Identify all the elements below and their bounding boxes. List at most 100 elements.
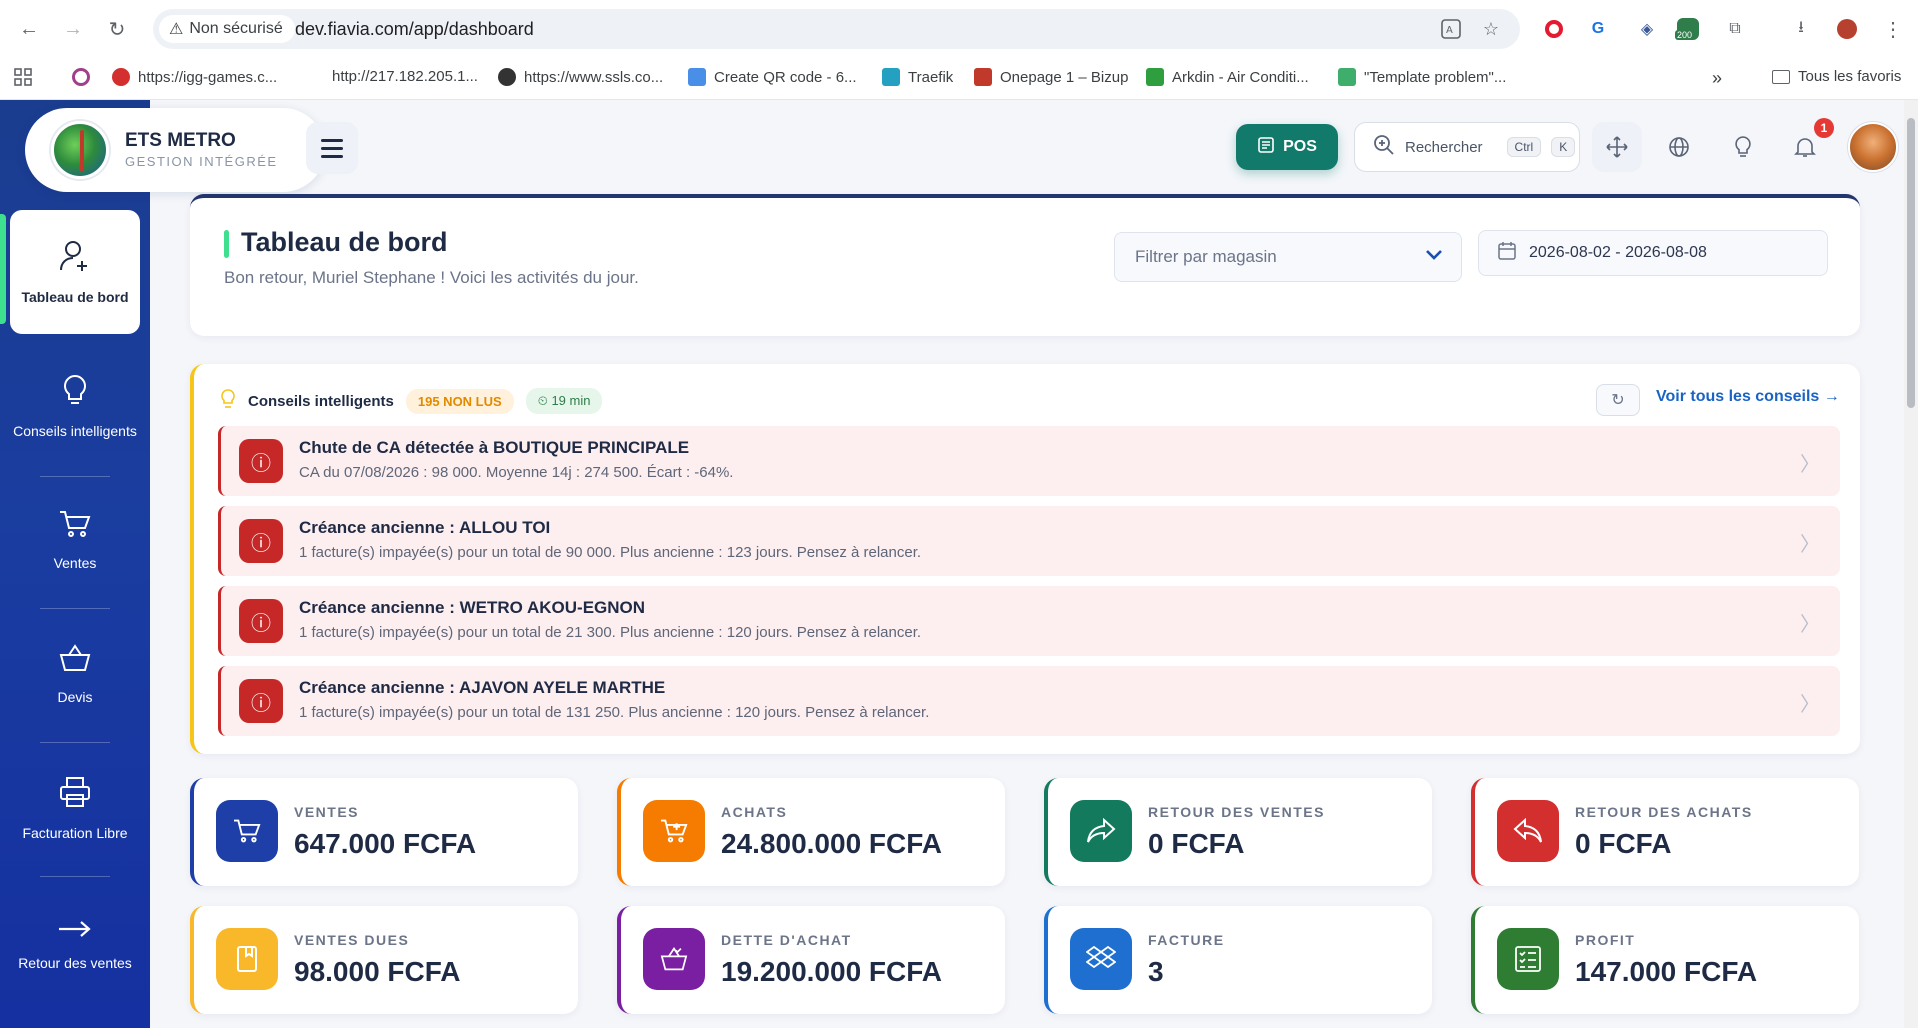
user-avatar[interactable] [1848,122,1898,172]
bookmark-2[interactable]: https://www.ssls.co... [498,68,663,86]
security-indicator[interactable]: ⚠ Non sécurisé [159,15,295,43]
tip-item[interactable]: ⓘ Créance ancienne : AJAVON AYELE MARTHE… [218,666,1840,736]
address-bar[interactable]: ⚠ Non sécurisé dev.fiavia.com/app/dashbo… [153,9,1520,49]
sidebar-item-quotes[interactable]: Devis [10,612,140,736]
active-indicator [0,214,6,324]
sidebar-divider [40,476,110,477]
bookmark-6[interactable]: Arkdin - Air Conditi... [1146,68,1309,86]
fullscreen-icon[interactable] [1592,122,1642,172]
security-label: Non sécurisé [189,20,283,37]
refresh-time-badge: ⏲ 19 min [525,388,603,414]
stat-value: 647.000 FCFA [294,828,477,859]
sidebar-divider [40,876,110,877]
tip-description: 1 facture(s) impayée(s) pour un total de… [299,544,922,561]
cart-icon [216,800,278,862]
arkdin-bookmark-icon [1146,68,1164,86]
dashboard-header-card: Tableau de bord Bon retour, Muriel Steph… [190,194,1860,336]
tip-item[interactable]: ⓘ Chute de CA détectée à BOUTIQUE PRINCI… [218,426,1840,496]
stat-card-sales[interactable]: VENTES 647.000 FCFA [190,778,578,886]
stat-label: DETTE D'ACHAT [721,932,852,948]
alert-icon: ⓘ [239,679,283,723]
bookmark-4[interactable]: Traefik [882,68,953,86]
more-bookmarks-button[interactable]: » [1712,68,1722,89]
chevron-down-icon [1425,245,1443,266]
puzzle-icon[interactable]: ⧉ [1722,16,1748,42]
opera-icon[interactable] [1541,16,1567,42]
arrow-right-icon [57,913,93,947]
tip-description: 1 facture(s) impayée(s) pour un total de… [299,704,930,721]
refresh-icon[interactable]: ↻ [1596,384,1640,416]
star-icon[interactable]: ☆ [1479,17,1503,41]
pos-button[interactable]: POS [1236,124,1338,170]
unread-badge: 195 NON LUS [405,388,514,414]
reload-icon[interactable]: ↻ [102,14,132,44]
sidebar-item-tips[interactable]: Conseils intelligents [10,344,140,468]
kebab-menu-icon[interactable]: ⋮ [1880,16,1906,42]
bookmarks-bar: https://igg-games.c... http://217.182.20… [0,58,1918,100]
book-icon [216,928,278,990]
stat-card-purchase-debt[interactable]: DETTE D'ACHAT 19.200.000 FCFA [617,906,1005,1014]
calendar-icon [1497,241,1517,266]
stat-card-sales-due[interactable]: VENTES DUES 98.000 FCFA [190,906,578,1014]
date-range-picker[interactable]: 2026-08-02 - 2026-08-08 [1478,230,1828,276]
stat-card-profit[interactable]: PROFIT 147.000 FCFA [1471,906,1859,1014]
bookmark-0[interactable]: https://igg-games.c... [112,68,277,86]
translate-icon[interactable]: A [1439,17,1463,41]
clock-icon: ⏲ [537,393,552,408]
chevron-right-icon: 〉 [1800,694,1820,716]
scrollbar-thumb[interactable] [1907,118,1915,408]
counter-ext-icon[interactable]: 200 [1675,16,1701,42]
menu-toggle-button[interactable] [306,122,358,174]
diamond-ext-icon[interactable]: ◈ [1634,16,1660,42]
stat-value: 98.000 FCFA [294,956,461,987]
bookmark-5[interactable]: Onepage 1 – Bizup [974,68,1128,86]
tag-bookmark-icon [1338,68,1356,86]
checklist-icon [1497,928,1559,990]
chevron-right-icon: 〉 [1800,614,1820,636]
store-filter-select[interactable]: Filtrer par magasin [1114,232,1462,282]
forward-icon[interactable]: → [58,14,88,44]
theme-lightbulb-icon[interactable] [1718,122,1768,172]
google-translate-ext-icon[interactable]: G [1585,16,1611,42]
tip-item[interactable]: ⓘ Créance ancienne : WETRO AKOU-EGNON 1 … [218,586,1840,656]
stat-label: RETOUR DES ACHATS [1575,804,1753,820]
shortcut-k: K [1551,137,1576,157]
url-text[interactable]: dev.fiavia.com/app/dashboard [295,19,534,40]
page-scrollbar[interactable] [1904,100,1918,1028]
stat-card-sales-returns[interactable]: RETOUR DES VENTES 0 FCFA [1044,778,1432,886]
all-bookmarks[interactable]: Tous les favoris [1772,68,1901,85]
user-add-icon [58,239,92,281]
bookmark-opera[interactable] [72,68,90,86]
apps-grid-icon[interactable] [14,68,32,86]
bookmark-icon [112,68,130,86]
language-globe-icon[interactable] [1654,122,1704,172]
sidebar-item-sales-returns[interactable]: Retour des ventes [10,880,140,1004]
stat-value: 24.800.000 FCFA [721,828,943,859]
profile-icon[interactable] [1834,16,1860,42]
chevron-right-icon: 〉 [1800,534,1820,556]
company-logo [51,121,109,179]
sidebar-item-dashboard[interactable]: Tableau de bord [10,210,140,334]
hamburger-icon [321,138,343,142]
stat-label: FACTURE [1148,932,1225,948]
folder-icon [1772,69,1790,84]
download-icon[interactable]: ⭳ [1788,16,1814,42]
back-icon[interactable]: ← [14,14,44,44]
stat-value: 0 FCFA [1575,828,1672,859]
notification-badge: 1 [1814,118,1834,138]
sidebar-item-free-billing[interactable]: Facturation Libre [10,746,140,870]
register-icon [1257,136,1275,159]
bookmark-1[interactable]: http://217.182.205.1... [332,68,478,85]
basket-icon [58,643,92,681]
sidebar-item-sales[interactable]: Ventes [10,478,140,602]
stat-card-purchase-returns[interactable]: RETOUR DES ACHATS 0 FCFA [1471,778,1859,886]
tip-title: Créance ancienne : WETRO AKOU-EGNON [299,598,646,617]
bookmark-3[interactable]: Create QR code - 6... [688,68,857,86]
tip-item[interactable]: ⓘ Créance ancienne : ALLOU TOI 1 facture… [218,506,1840,576]
stat-card-purchases[interactable]: ACHATS 24.800.000 FCFA [617,778,1005,886]
brand-card[interactable]: ETS METRO GESTION INTÉGRÉE [25,108,325,192]
global-search-button[interactable]: Rechercher Ctrl K [1354,122,1580,172]
stat-card-invoices[interactable]: FACTURE 3 [1044,906,1432,1014]
bookmark-7[interactable]: "Template problem"... [1338,68,1506,86]
see-all-tips-link[interactable]: Voir tous les conseils → [1656,388,1840,406]
